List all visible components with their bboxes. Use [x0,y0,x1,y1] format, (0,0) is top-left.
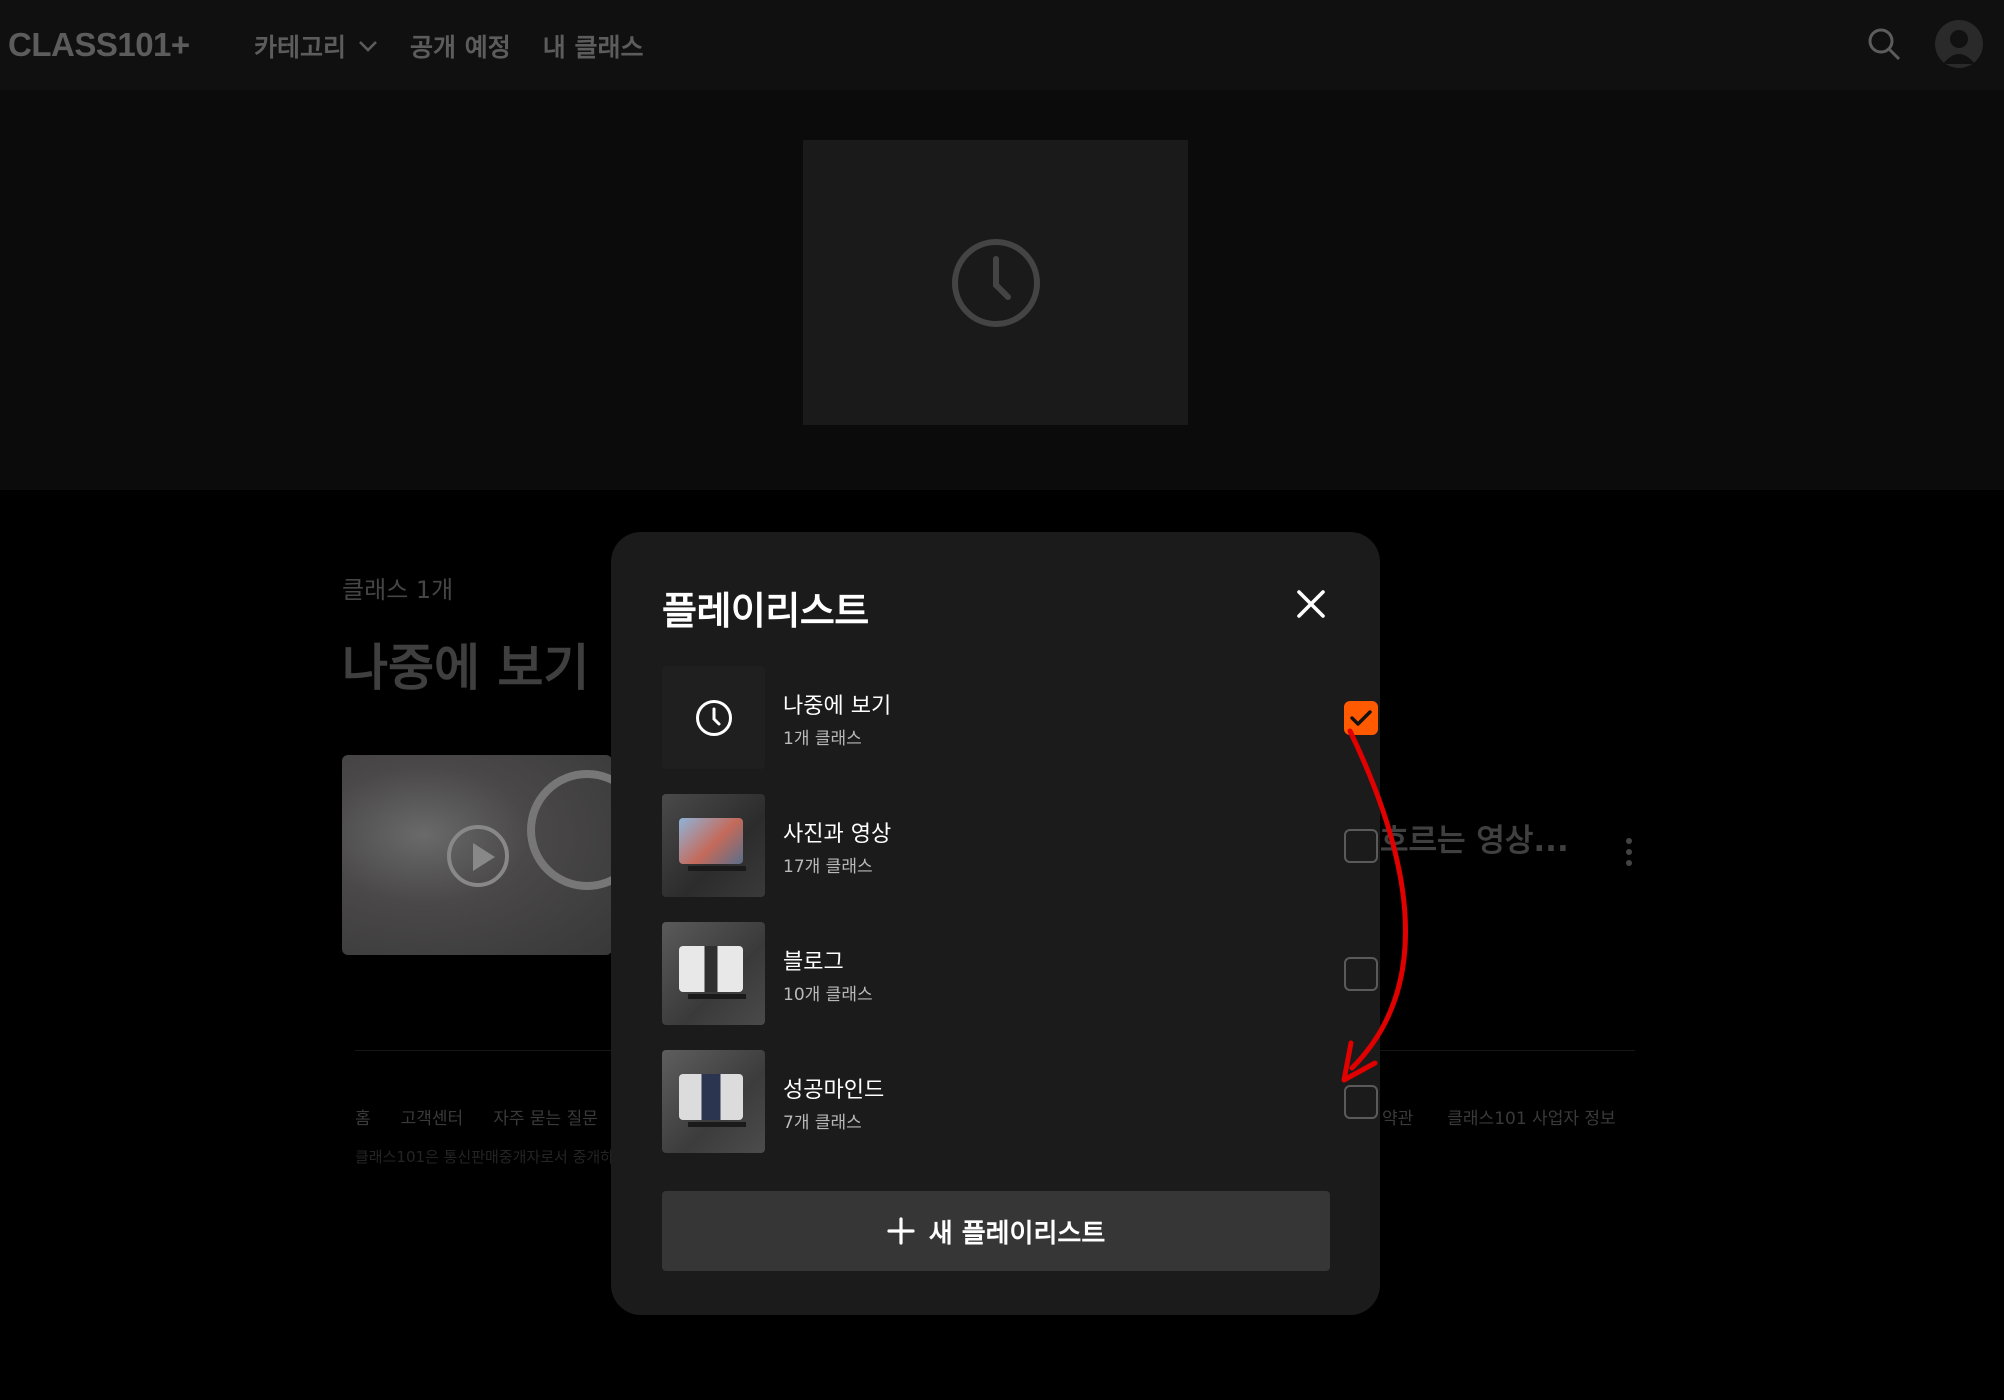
modal-title: 플레이리스트 [662,589,869,633]
footer-links-right: 약관 클래스101 사업자 정보 [1382,1104,1616,1129]
footer-link-faq[interactable]: 자주 묻는 질문 [493,1104,598,1129]
playlist-checkbox[interactable] [1344,957,1378,991]
playlist-item-photo-video[interactable]: 사진과 영상 17개 클래스 [662,794,1378,897]
more-options-icon[interactable] [1624,838,1634,872]
class-count-label: 클래스 1개 [342,576,454,604]
nav-category[interactable]: 카테고리 [254,28,378,64]
playlist-checkbox[interactable] [1344,701,1378,735]
playlist-count: 10개 클래스 [783,985,873,1005]
playlist-count: 1개 클래스 [783,729,862,749]
nav-category-label: 카테고리 [254,33,347,62]
thumbnail-stand [688,866,746,871]
playlist-name: 나중에 보기 [783,694,892,719]
main-nav: 카테고리 공개 예정 내 클래스 [254,28,643,64]
playlist-thumbnail [662,922,765,1025]
logo[interactable]: CLASS101+ [8,26,190,64]
hero-thumbnail [803,140,1188,425]
footer-link-home[interactable]: 홈 [355,1104,371,1129]
playlist-item-success-mind[interactable]: 성공마인드 7개 클래스 [662,1050,1378,1153]
hero-banner [0,90,2004,490]
footer-link-terms[interactable]: 약관 [1382,1104,1413,1129]
playlist-item-blog[interactable]: 블로그 10개 클래스 [662,922,1378,1025]
new-playlist-button[interactable]: 새 플레이리스트 [662,1191,1330,1271]
new-playlist-label: 새 플레이리스트 [928,1218,1106,1249]
playlist-count: 7개 클래스 [783,1113,862,1133]
playlist-item-watch-later[interactable]: 나중에 보기 1개 클래스 [662,666,1378,769]
thumbnail-image [679,946,743,992]
class-card-thumbnail[interactable] [342,755,612,955]
footer-link-business-info[interactable]: 클래스101 사업자 정보 [1447,1104,1615,1129]
playlist-modal: 플레이리스트 나중에 보기 1개 클래스 사진과 영상 17개 클래스 블로그 … [611,532,1380,1315]
chevron-down-icon [359,41,377,52]
playlist-checkbox[interactable] [1344,829,1378,863]
checkmark-icon [1350,710,1372,726]
playlist-name: 사진과 영상 [783,822,892,847]
plus-icon [887,1217,915,1245]
footer-links: 홈 고객센터 자주 묻는 질문 [355,1104,598,1129]
footer-link-support[interactable]: 고객센터 [401,1104,464,1129]
close-icon[interactable] [1291,584,1331,624]
top-header: CLASS101+ 카테고리 공개 예정 내 클래스 [0,0,2004,90]
avatar[interactable] [1935,20,1983,68]
user-avatar-icon [1943,30,1975,64]
clock-icon [951,238,1040,327]
playlist-count: 17개 클래스 [783,857,873,877]
thumbnail-image [679,818,743,864]
thumbnail-stand [688,1122,746,1127]
nav-upcoming[interactable]: 공개 예정 [410,28,511,64]
playlist-thumbnail [662,666,765,769]
page-title: 나중에 보기 [342,639,590,697]
playlist-name: 성공마인드 [783,1078,885,1103]
clock-icon [695,699,732,736]
footer-note: 클래스101은 통신판매중개자로서 중개하는 [355,1148,628,1166]
playlist-name: 블로그 [783,950,844,975]
playlist-thumbnail [662,1050,765,1153]
class-card-title[interactable]: 흐르는 영상... [1380,815,1569,860]
nav-my-class[interactable]: 내 클래스 [543,28,644,64]
play-icon[interactable] [447,825,509,887]
thumbnail-image [679,1074,743,1120]
ring-light-image [527,770,612,890]
playlist-checkbox[interactable] [1344,1085,1378,1119]
playlist-thumbnail [662,794,765,897]
search-icon[interactable] [1866,26,1902,62]
thumbnail-stand [688,994,746,999]
